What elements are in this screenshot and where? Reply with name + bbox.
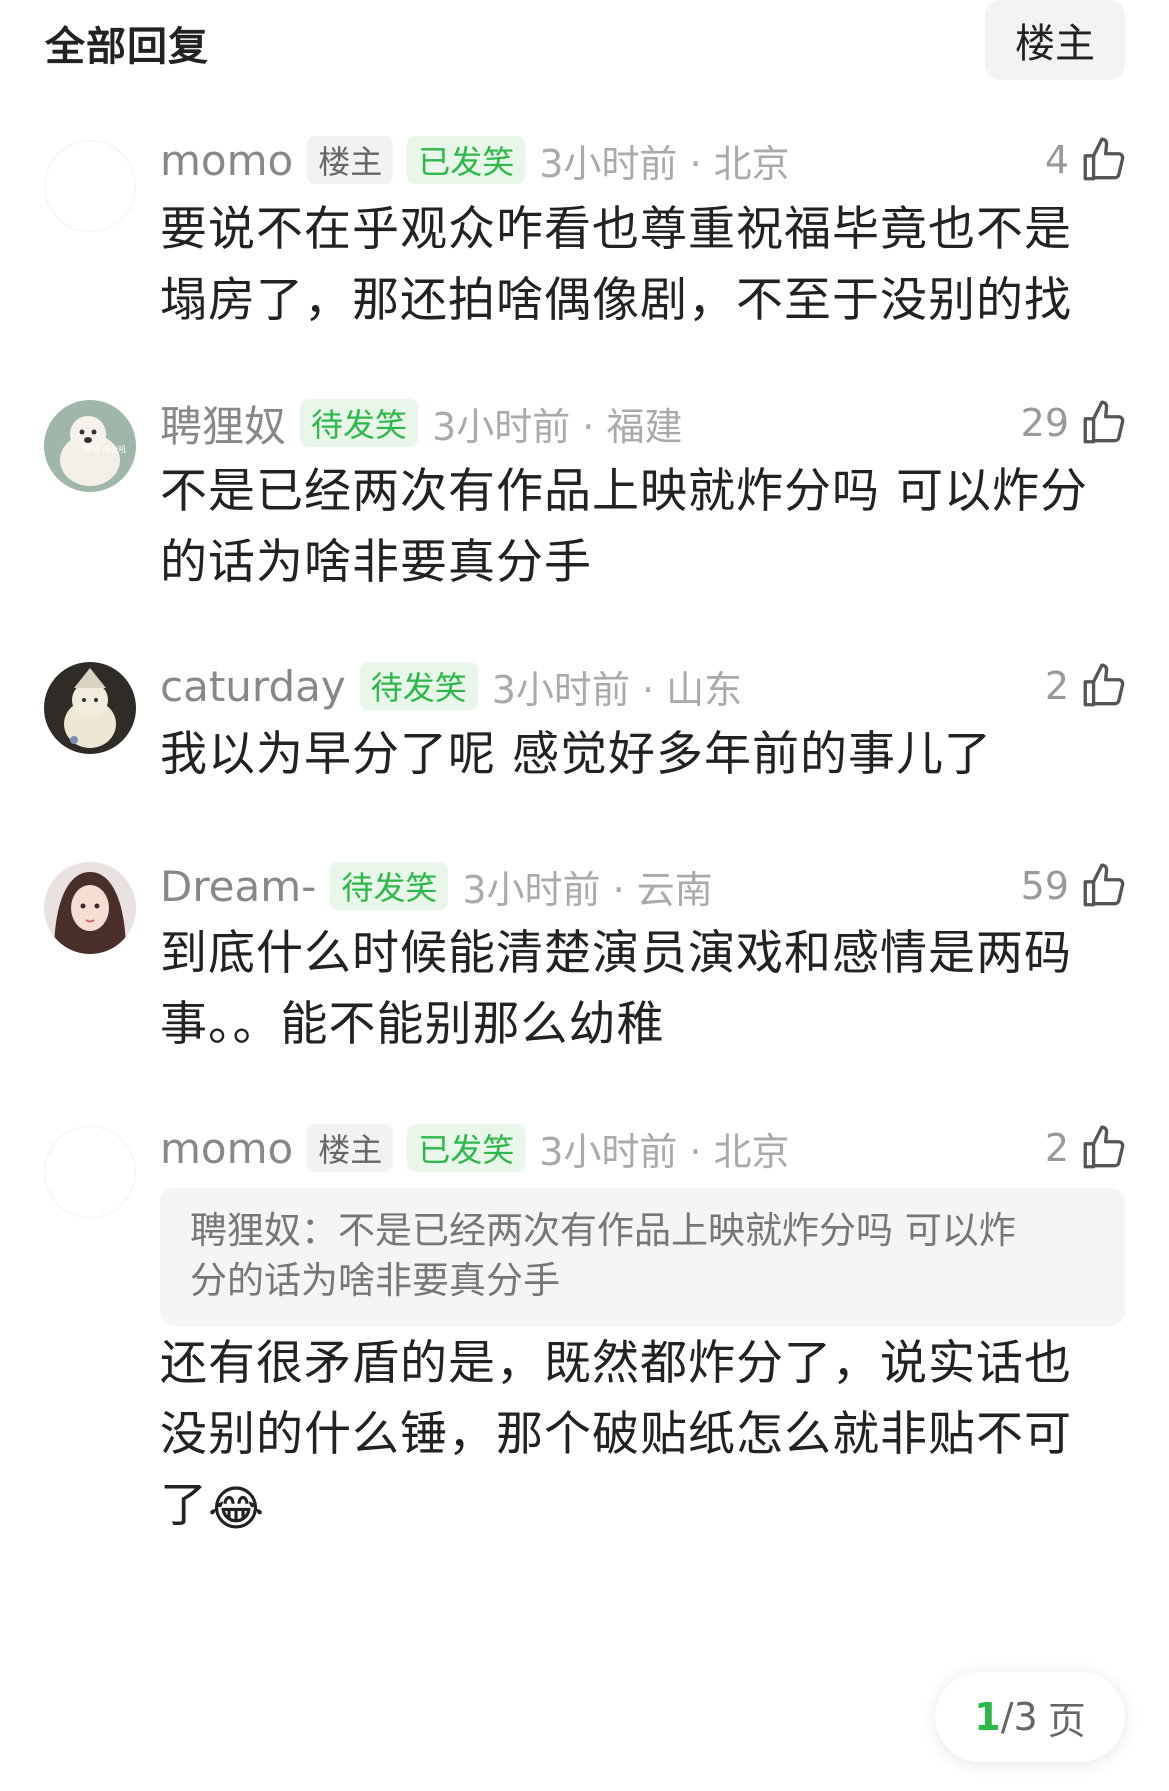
like-button[interactable]: 2 (1045, 656, 1129, 716)
time-location: 3小时前 · 福建 (432, 404, 683, 449)
laugh-badge: 待发笑 (359, 662, 478, 710)
time-location: 3小时前 · 北京 (539, 141, 790, 186)
comment-meta: momo 楼主 已发笑 3小时前 · 北京 (160, 1118, 790, 1178)
like-button[interactable]: 2 (1045, 1118, 1129, 1178)
like-count: 2 (1044, 1126, 1069, 1170)
plush-toy-avatar-image (44, 662, 136, 754)
comment-text: 我以为早分了呢 感觉好多年前的事儿了 (160, 719, 1120, 790)
time-location: 3小时前 · 云南 (462, 867, 713, 912)
username[interactable]: momo (160, 1124, 293, 1173)
current-page: 1 (974, 1695, 1001, 1739)
comment-line-text: 了 (160, 1478, 208, 1533)
comment-line: 塌房了，那还拍啥偶像剧，不至于没别的找 (160, 273, 1072, 328)
username[interactable]: caturday (160, 662, 346, 711)
thumbs-up-icon (1083, 400, 1125, 444)
all-replies-title: 全部回复 (45, 24, 209, 70)
laugh-badge: 已发笑 (407, 136, 526, 184)
laughing-tears-emoji-icon: 😂 (208, 1481, 266, 1537)
thumbs-up-icon (1083, 663, 1125, 707)
laugh-badge: 已发笑 (407, 1124, 526, 1172)
comment-line: 不是已经两次有作品上映就炸分吗 可以炸分 (160, 464, 1088, 519)
username[interactable]: 聘狸奴 (160, 393, 286, 454)
laugh-badge: 待发笑 (330, 862, 449, 910)
comment-line: 事。。能不能别那么幼稚 (160, 997, 665, 1052)
comment-text: 不是已经两次有作品上映就炸分吗 可以炸分 的话为啥非要真分手 (160, 456, 1120, 598)
total-pages: 3 (1013, 1695, 1038, 1739)
time-location: 3小时前 · 山东 (491, 667, 743, 712)
comment-meta: caturday 待发笑 3小时前 · 山东 (160, 656, 742, 716)
laugh-badge: 待发笑 (300, 399, 419, 447)
like-count: 4 (1044, 138, 1069, 182)
like-count: 59 (1020, 864, 1069, 908)
reply-header: 全部回复 楼主 (0, 0, 1169, 90)
owner-badge: 楼主 (307, 136, 394, 184)
like-count: 2 (1044, 664, 1069, 708)
username[interactable]: momo (160, 136, 293, 185)
comment-line: 到底什么时候能清楚演员演戏和感情是两码 (160, 926, 1072, 981)
avatar[interactable] (44, 862, 136, 954)
comment-meta: Dream- 待发笑 3小时前 · 云南 (160, 856, 713, 916)
like-button[interactable]: 29 (1021, 393, 1129, 453)
comment-line: 没别的什么锤，那个破贴纸怎么就非贴不可 (160, 1407, 1072, 1462)
avatar[interactable]: 哼哈 嘿张吼 (44, 400, 136, 492)
avatar[interactable] (44, 662, 136, 754)
thumbs-up-icon (1083, 137, 1125, 181)
comment-line: 还有很矛盾的是，既然都炸分了，说实话也 (160, 1336, 1072, 1391)
username[interactable]: Dream- (160, 862, 316, 911)
owner-badge: 楼主 (307, 1124, 394, 1172)
comment-line: 要说不在乎观众咋看也尊重祝福毕竟也不是 (160, 202, 1072, 257)
comment-line: 我以为早分了呢 感觉好多年前的事儿了 (160, 727, 992, 782)
avatar[interactable] (44, 1126, 136, 1218)
like-button[interactable]: 4 (1045, 130, 1129, 190)
comment-meta: momo 楼主 已发笑 3小时前 · 北京 (160, 130, 790, 190)
comment-text: 还有很矛盾的是，既然都炸分了，说实话也 没别的什么锤，那个破贴纸怎么就非贴不可 … (160, 1328, 1120, 1545)
comment-text: 到底什么时候能清楚演员演戏和感情是两码 事。。能不能别那么幼稚 (160, 918, 1120, 1060)
time-location: 3小时前 · 北京 (539, 1129, 790, 1174)
quoted-reply[interactable]: 聘狸奴：不是已经两次有作品上映就炸分吗 可以炸 分的话为啥非要真分手 (160, 1188, 1125, 1326)
avatar[interactable] (44, 140, 136, 232)
thumbs-up-icon (1083, 863, 1125, 907)
comment-meta: 聘狸奴 待发笑 3小时前 · 福建 (160, 393, 682, 453)
quote-line: 聘狸奴：不是已经两次有作品上映就炸分吗 可以炸 (190, 1209, 1016, 1252)
comment-line: 的话为啥非要真分手 (160, 535, 592, 590)
page-unit: 页 (1047, 1698, 1086, 1743)
thumbs-up-icon (1083, 1125, 1125, 1169)
page-separator: / (1000, 1695, 1014, 1739)
comment-line: 了😂 (160, 1470, 1120, 1545)
like-button[interactable]: 59 (1021, 856, 1129, 916)
page-indicator[interactable]: 1/3 页 (935, 1672, 1125, 1762)
dog-avatar-image: 哼哈 嘿张吼 (44, 400, 136, 492)
avatar-caption: 哼哈 嘿张吼 (84, 444, 127, 454)
comment-text: 要说不在乎观众咋看也尊重祝福毕竟也不是 塌房了，那还拍啥偶像剧，不至于没别的找 (160, 194, 1120, 336)
quote-line: 分的话为啥非要真分手 (190, 1259, 560, 1302)
owner-only-filter-button[interactable]: 楼主 (985, 0, 1125, 80)
anime-girl-avatar-image (44, 862, 136, 954)
like-count: 29 (1020, 401, 1069, 445)
